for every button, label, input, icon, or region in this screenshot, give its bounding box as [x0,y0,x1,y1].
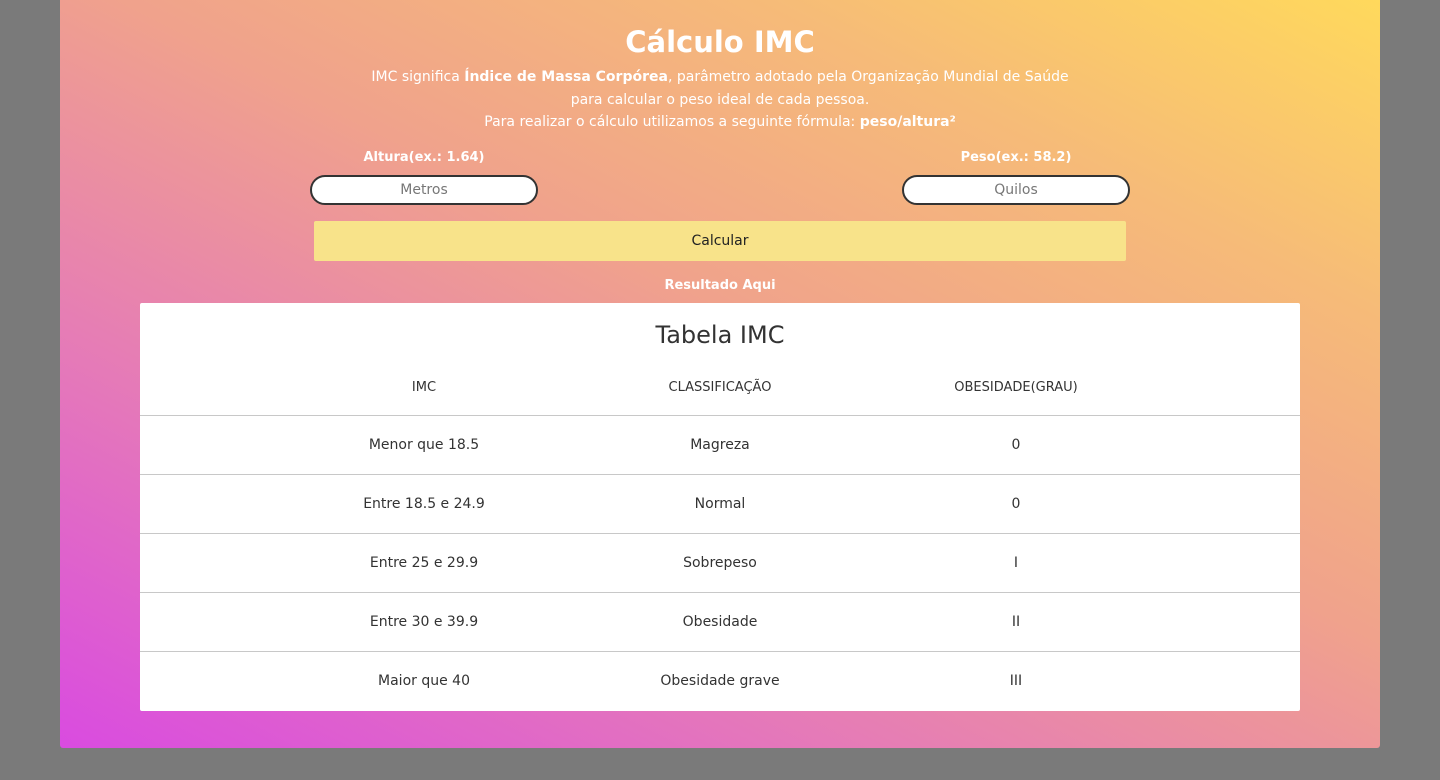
intro-line-1-bold: Índice de Massa Corpórea [464,69,668,85]
result-text: Resultado Aqui [664,278,776,293]
cell-imc: Entre 18.5 e 24.9 [363,496,485,512]
cell-classificacao: Obesidade [682,614,758,630]
cell-imc: Menor que 18.5 [368,437,480,453]
table-row: Menor que 18.5 Magreza 0 [140,415,1300,474]
intro-line-1-suffix: , parâmetro adotado pela Organização Mun… [667,69,1069,85]
table-row: Maior que 40 Obesidade grave III [140,651,1300,710]
weight-input[interactable] [902,175,1130,205]
header-obesidade-grau: OBESIDADE(GRAU) [954,379,1078,395]
height-input[interactable] [310,175,538,205]
cell-grau: II [1011,614,1021,630]
cell-grau: III [1009,673,1023,689]
table-header-row: IMC CLASSIFICAÇÃO OBESIDADE(GRAU) [140,359,1300,415]
table-row: Entre 25 e 29.9 Sobrepeso I [140,533,1300,592]
header-imc: IMC [411,379,437,395]
cell-classificacao: Sobrepeso [683,555,757,571]
imc-table: Tabela IMC IMC CLASSIFICAÇÃO OBESIDADE(G… [140,303,1300,711]
cell-classificacao: Obesidade grave [660,673,780,689]
cell-imc: Entre 25 e 29.9 [369,555,479,571]
cell-imc: Maior que 40 [378,673,470,689]
intro-line-3-prefix: Para realizar o cálculo utilizamos a seg… [484,114,860,130]
cell-classificacao: Normal [694,496,746,512]
table-row: Entre 18.5 e 24.9 Normal 0 [140,474,1300,533]
intro-line-1-prefix: IMC significa [371,69,465,85]
cell-grau: 0 [1011,496,1021,512]
intro-line-2: para calcular o peso ideal de cada pesso… [570,92,870,108]
formula: peso/altura² [859,114,956,130]
calculate-button[interactable]: Calcular [314,221,1126,261]
header-classificacao: CLASSIFICAÇÃO [668,379,772,395]
table-title: Tabela IMC [655,321,785,349]
weight-label: Peso(ex.: 58.2) [960,150,1072,165]
cell-classificacao: Magreza [690,437,750,453]
page-title: Cálculo IMC [625,25,815,59]
cell-grau: 0 [1011,437,1021,453]
intro-line-1: IMC significa Índice de Massa Corpórea, … [60,66,1380,88]
intro-line-3: Para realizar o cálculo utilizamos a seg… [60,111,1380,133]
cell-grau: I [1013,555,1019,571]
imc-panel: Cálculo IMC IMC significa Índice de Mass… [60,0,1380,748]
table-row: Entre 30 e 39.9 Obesidade II [140,592,1300,651]
height-label: Altura(ex.: 1.64) [363,150,485,165]
cell-imc: Entre 30 e 39.9 [369,614,479,630]
